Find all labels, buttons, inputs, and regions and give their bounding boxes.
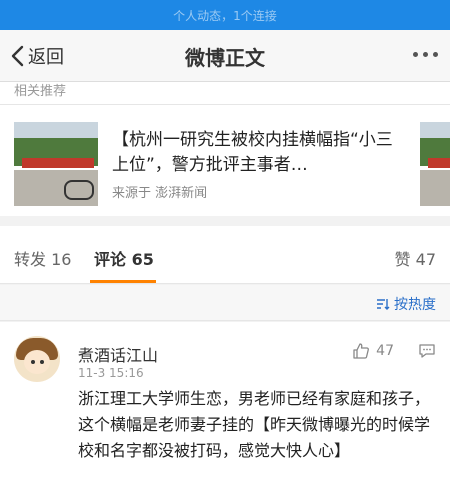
related-source: 来源于 澎湃新闻 xyxy=(112,186,208,201)
related-title: 【杭州一研究生被校内挂横幅指“小三上位”，警方批评主事者… xyxy=(112,130,393,175)
tab-likes[interactable]: 赞 47 xyxy=(395,246,436,270)
related-heading: 相关推荐 xyxy=(14,84,67,99)
comment-bubble-icon xyxy=(419,344,435,358)
app-screen: 个人动态，1个连接 返回 微博正文 相关推荐 【杭州一研究生被校内挂横幅指“小三… xyxy=(0,0,450,502)
thumbs-up-icon xyxy=(353,343,370,359)
related-thumbnail[interactable] xyxy=(14,122,98,206)
divider xyxy=(0,104,450,105)
more-dots-icon xyxy=(413,52,418,57)
more-dots-icon xyxy=(433,52,438,57)
related-thumbnail-next[interactable] xyxy=(420,122,450,206)
comment-like-count: 47 xyxy=(376,343,394,359)
sort-label: 按热度 xyxy=(394,297,436,313)
comment-like-button[interactable]: 47 xyxy=(352,342,394,360)
sort-row: 按热度 xyxy=(0,285,450,321)
more-button[interactable] xyxy=(413,52,438,57)
active-tab-indicator xyxy=(90,280,156,283)
sort-icon xyxy=(377,299,390,310)
status-bar: 个人动态，1个连接 xyxy=(0,0,450,30)
tab-repost[interactable]: 转发 16 xyxy=(14,246,71,270)
sort-by-hot-button[interactable]: 按热度 xyxy=(376,294,436,314)
status-bar-text: 个人动态，1个连接 xyxy=(173,8,277,23)
comment-item: 煮酒话江山 11-3 15:16 47 浙江理工大学师生恋，男老师已经有家庭和孩… xyxy=(0,322,450,502)
comment-reply-button[interactable] xyxy=(418,342,436,364)
related-recommendations: 相关推荐 【杭州一研究生被校内挂横幅指“小三上位”，警方批评主事者… 来源于 澎… xyxy=(0,82,450,216)
more-dots-icon xyxy=(423,52,428,57)
page-title: 微博正文 xyxy=(185,46,265,70)
tab-comments[interactable]: 评论 65 xyxy=(94,246,154,270)
avatar[interactable] xyxy=(14,336,60,382)
nav-bar: 返回 微博正文 xyxy=(0,30,450,82)
comment-text: 浙江理工大学师生恋，男老师已经有家庭和孩子，这个横幅是老师妻子挂的【昨天微博曝光… xyxy=(78,389,431,460)
comment-time: 11-3 15:16 xyxy=(78,366,144,380)
related-card[interactable]: 【杭州一研究生被校内挂横幅指“小三上位”，警方批评主事者… 来源于 澎湃新闻 xyxy=(112,128,408,201)
tab-bar: 转发 16 评论 65 赞 47 xyxy=(0,226,450,284)
comment-username[interactable]: 煮酒话江山 xyxy=(78,342,158,366)
